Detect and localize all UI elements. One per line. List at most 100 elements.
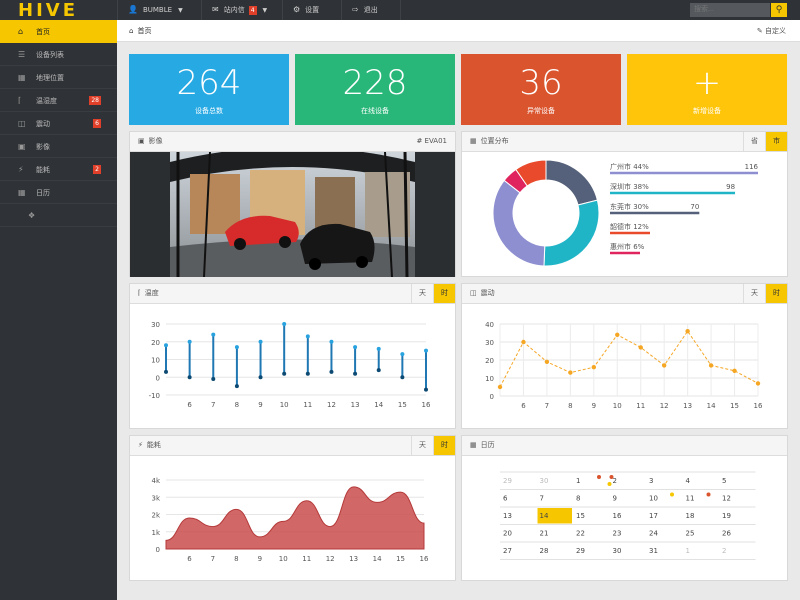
breadcrumb: ⌂ 首页 ✎ 自定义 [117, 20, 800, 42]
sidebar-item-location[interactable]: ▦ 地理位置 [0, 66, 117, 89]
calendar-day: 20 [503, 530, 512, 538]
calendar-day: 28 [540, 547, 549, 555]
calendar-grid[interactable]: 29 30 1 2 3 4 56 7 8 9 10 11 1213 14 15 16 17 18 1920 21 22 2… [462, 456, 787, 581]
customize-button[interactable]: ✎ 自定义 [757, 20, 786, 42]
calendar-day: 4 [686, 477, 691, 485]
donut-slice [545, 159, 599, 206]
x-tick-label: 13 [683, 402, 692, 410]
x-tick-label: 16 [754, 402, 763, 410]
energy-area-chart[interactable]: 0 1k 2k 3k 4k 6 7 8 9 10 11 12 13 14 15 16 [130, 456, 455, 581]
calendar-panel: ▦ 日历 29 30 1 2 3 4 5 6 7 8 9 10 11 12 13 14 15 16 17 18 19 20 2… [461, 435, 788, 581]
calendar-day: 21 [540, 530, 549, 538]
tab-day[interactable]: 天 [411, 284, 433, 303]
list-icon: ☰ [18, 50, 26, 59]
range-high-point [305, 334, 310, 339]
range-high-point [329, 339, 334, 344]
sidebar-item-label: 温湿度 [36, 97, 57, 105]
range-high-point [164, 343, 168, 348]
range-high-point [376, 346, 381, 351]
panel-title: 能耗 [146, 441, 161, 449]
legend-label: 深圳市 38% [610, 182, 649, 191]
app-logo[interactable]: HIVE [18, 2, 78, 20]
range-low-point [234, 384, 239, 389]
sidebar-item-vibration[interactable]: ◫ 震动 6 [0, 112, 117, 135]
sidebar-item-calendar[interactable]: ▦ 日历 [0, 181, 117, 204]
inbox-badge: 4 [248, 6, 257, 15]
legend-label: 东莞市 30% [610, 202, 649, 211]
y-tick-label: -10 [149, 392, 160, 400]
sidebar-item-imaging[interactable]: ▣ 影像 [0, 135, 117, 158]
search-input[interactable] [690, 3, 770, 17]
user-menu[interactable]: 👤 BUMBLE ▼ [117, 0, 199, 20]
calendar-day: 9 [613, 495, 617, 503]
line-series [499, 330, 759, 388]
pencil-icon: ✎ [756, 27, 763, 35]
range-low-point [424, 387, 428, 392]
sidebar-item-device-list[interactable]: ☰ 设备列表 [0, 43, 117, 66]
calendar-day: 18 [686, 512, 695, 520]
x-tick-label: 11 [636, 402, 645, 410]
x-tick-label: 7 [545, 402, 549, 410]
calendar-icon: ▦ [470, 441, 477, 449]
calendar-day: 29 [576, 547, 585, 555]
settings-link[interactable]: ⚙ 设置 [282, 0, 340, 20]
x-tick-label: 10 [613, 402, 622, 410]
calendar-day: 24 [649, 530, 658, 538]
donut-slice [492, 179, 546, 267]
add-device-tile[interactable]: + 新增设备 [627, 54, 787, 125]
sidebar-item-home[interactable]: ⌂ 首页 [0, 20, 117, 43]
sidebar-item-label: 能耗 [36, 166, 50, 174]
x-tick-label: 11 [302, 555, 311, 563]
x-tick-label: 12 [660, 402, 669, 410]
range-high-point [400, 352, 405, 357]
legend-label: 广州市 44% [610, 162, 649, 171]
sidebar-item-energy[interactable]: ⚡ 能耗 2 [0, 158, 117, 181]
stat-tile-abnormal-devices[interactable]: 36 异常设备 [461, 54, 621, 125]
camera-tag: # EVA01 [416, 137, 447, 145]
tab-city[interactable]: 市 [765, 132, 787, 151]
sidebar-badge: 6 [93, 119, 101, 128]
mail-icon: ✉ [212, 5, 219, 14]
breadcrumb-home[interactable]: ⌂ 首页 [129, 20, 151, 42]
x-tick-label: 6 [187, 555, 192, 563]
tab-hour[interactable]: 时 [765, 284, 787, 303]
tab-province[interactable]: 省 [743, 132, 765, 151]
user-icon: 👤 [128, 5, 138, 14]
y-tick-label: 40 [485, 321, 494, 329]
top-bar: HIVE 👤 BUMBLE ▼ ✉ 站内信4 ▼ ⚙ 设置 ⇨ 退出 ⚲ [0, 0, 800, 20]
tab-day[interactable]: 天 [743, 284, 765, 303]
sidebar-item-temperature[interactable]: ⌈ 温湿度 28 [0, 89, 117, 112]
sidebar-item-tags[interactable]: ❖ [0, 204, 117, 227]
search-button[interactable]: ⚲ [771, 3, 787, 17]
tag-icon: ❖ [28, 211, 36, 220]
range-low-point [329, 369, 334, 374]
range-low-point [258, 375, 263, 380]
vibration-line-chart[interactable]: 0 10 20 30 40 6 7 8 9 10 11 12 13 14 15 16 [462, 304, 787, 429]
stat-tile-online-devices[interactable]: 228 在线设备 [295, 54, 455, 125]
stat-label: 新增设备 [693, 107, 721, 115]
x-tick-label: 7 [211, 555, 215, 563]
user-name: BUMBLE [142, 6, 173, 14]
x-tick-label: 14 [374, 401, 383, 409]
line-point [755, 381, 761, 386]
temperature-range-chart[interactable]: -10 0 10 20 30 6 7 8 9 10 11 12 13 14 15 16 [130, 304, 455, 429]
location-panel: ▦ 位置分布 省市 广州市 44% 116 深圳市 38% 98 东莞市 30% 70 韶德市… [461, 131, 788, 277]
x-tick-label: 11 [303, 401, 312, 409]
line-point [521, 339, 526, 345]
logout-link[interactable]: ⇨ 退出 [341, 0, 401, 20]
x-tick-label: 16 [420, 555, 429, 563]
location-donut-chart[interactable]: 广州市 44% 116 深圳市 38% 98 东莞市 30% 70 韶德市 12% 惠州市 6… [462, 152, 787, 277]
sidebar: ⌂ 首页 ☰ 设备列表 ▦ 地理位置 ⌈ 温湿度 28 ◫ 震动 6 ▣ 影像 ⚡ 能耗 2 ▦ 日历… [0, 20, 117, 600]
panel-header: ◫ 震动 天时 [462, 284, 787, 304]
tab-hour[interactable]: 时 [433, 436, 455, 455]
x-tick-label: 8 [568, 402, 572, 410]
segment-toggle: 天时 [411, 436, 455, 455]
tab-day[interactable]: 天 [411, 436, 433, 455]
segment-toggle: 天时 [743, 284, 787, 303]
inbox-menu[interactable]: ✉ 站内信 4 ▼ [201, 0, 281, 20]
calendar-day: 27 [503, 547, 512, 555]
tab-hour[interactable]: 时 [433, 284, 455, 303]
camera-image[interactable] [130, 152, 455, 277]
stat-label: 设备总数 [195, 107, 223, 115]
stat-tile-total-devices[interactable]: 264 设备总数 [129, 54, 289, 125]
